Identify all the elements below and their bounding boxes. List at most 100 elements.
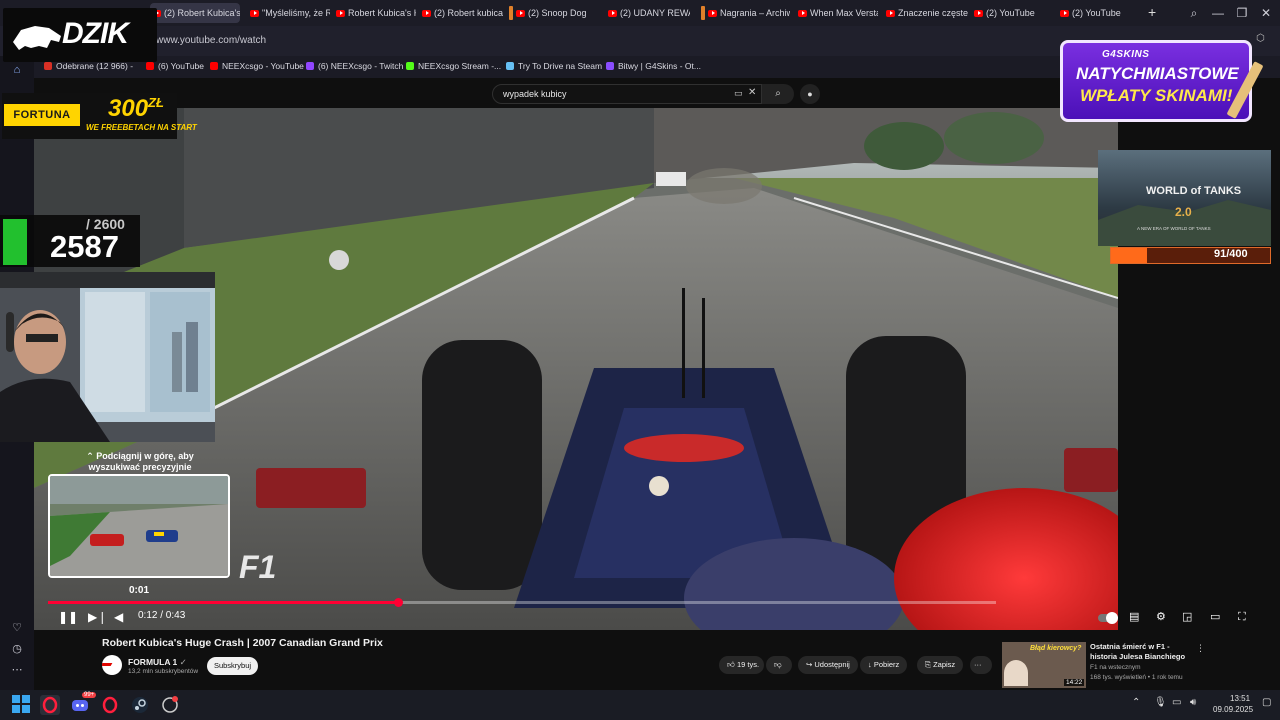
like-button[interactable]: 👍︎ 19 tys. [719,656,764,674]
search-button[interactable]: ⌕ [762,84,794,104]
bookmark-label: Try To Drive na Steam [518,61,603,71]
recommended-meta: 168 tys. wyświetleń • 1 rok temu [1090,674,1183,681]
driver-portrait [1004,660,1028,686]
download-button[interactable]: ↓ Pobierz [860,656,908,674]
settings-button[interactable]: ⚙ [1156,609,1166,625]
clear-search-icon[interactable]: ✕ [748,87,756,98]
app-icon[interactable] [160,695,180,715]
bookmark-item[interactable]: Odebrane (12 966) - [44,61,133,71]
next-button[interactable]: ▶❘ [88,609,107,625]
browser-tab[interactable]: (2) YouTube [1058,3,1138,23]
opera-icon[interactable] [100,695,120,715]
volume-button[interactable]: ◀ [114,609,123,625]
browser-tab[interactable]: Robert Kubica's Hu [334,3,416,23]
bookmark-item[interactable]: (6) NEEXcsgo - Twitch [306,61,403,71]
clock-date[interactable]: 09.09.2025 [1213,705,1253,714]
miniplayer-icon: ◲ [1182,611,1193,623]
youtube-favicon-icon [1060,9,1069,17]
video-title: Robert Kubica's Huge Crash | 2007 Canadi… [102,637,383,649]
keyboard-icon[interactable]: ▭ [734,88,743,99]
wot-subtitle: A NEW ERA OF WORLD OF TANKS [1137,226,1211,231]
browser-tab[interactable]: (2) Snoop Dog [514,3,598,23]
youtube-favicon-icon [516,9,525,17]
time-display: 0:12 / 0:43 [138,610,186,621]
bookmark-label: (6) YouTube [158,61,204,71]
share-button[interactable]: ↪ Udostępnij [798,656,858,674]
extension-icon[interactable]: ⬡ [1256,33,1265,44]
bookmark-item[interactable]: NEEXcsgo - YouTube [210,61,304,71]
save-button[interactable]: ⎘ Zapisz [917,656,964,674]
windows-start-icon[interactable] [12,695,32,715]
miniplayer-button[interactable]: ◲ [1182,609,1192,625]
fullscreen-button[interactable]: ⛶ [1238,609,1246,625]
browser-tab[interactable]: (2) Robert Kubica's Hu [150,3,240,23]
bookmark-item[interactable]: Bitwy | G4Skins - Ot... [606,61,701,71]
dislike-button[interactable]: 👎︎ [766,656,792,674]
browser-tab[interactable]: (2) YouTube [972,3,1052,23]
opera-gx-icon[interactable] [40,695,60,715]
fortuna-logo: FORTUNA [4,104,80,126]
minimize-button[interactable]: — [1208,4,1228,22]
more-icon[interactable]: ⋯ [10,663,24,676]
bookmark-label: Odebrane (12 966) - [56,61,134,71]
wot-ad [1098,150,1271,246]
heart-icon[interactable]: ♡ [10,621,24,634]
browser-tab[interactable]: "Myśleliśmy, że Ro [248,3,330,23]
pause-button[interactable]: ❚❚ [58,609,78,625]
recommended-title[interactable]: Ostatnia śmierć w F1 - historia Julesa B… [1090,642,1192,662]
clock-time[interactable]: 13:51 [1230,694,1250,703]
download-icon: ↓ [868,660,872,669]
bookmark-favicon-icon [406,62,414,70]
bookmark-item[interactable]: NEEXcsgo Stream -... [406,61,501,71]
youtube-favicon-icon [708,9,717,17]
wot-scene [1098,200,1271,246]
voice-search-button[interactable]: ● [800,84,820,104]
subtitles-button[interactable]: ▤ [1129,609,1139,625]
recommended-menu-icon[interactable]: ⋮ [1196,643,1205,654]
autoplay-toggle[interactable] [1098,609,1118,625]
channel-name-text: FORMULA 1 [128,657,178,667]
subscribe-button[interactable]: Subskrybuj [207,657,258,675]
tab-group-marker [509,6,513,20]
theater-mode-button[interactable]: ▭ [1210,609,1220,625]
tab-label: (2) YouTube [986,8,1035,18]
url-field[interactable]: www.youtube.com/watch [156,35,266,46]
discord-icon[interactable] [70,695,90,715]
more-actions-button[interactable]: ··· [970,656,992,674]
tab-search-icon[interactable]: ⌕ [1184,4,1204,22]
home-icon[interactable]: ⌂ [10,64,24,76]
new-tab-button[interactable]: + [1148,4,1156,20]
search-input[interactable]: wypadek kubicy [492,84,762,104]
microphone-icon[interactable]: 🎙︎ [1154,697,1167,708]
f1-logo-icon [102,663,113,666]
wot-title: WORLD of TANKS [1146,185,1242,197]
taskbar [0,690,1280,720]
youtube-favicon-icon [336,9,345,17]
seek-preview-thumbnail [48,474,230,578]
channel-name[interactable]: FORMULA 1 ✓ [128,657,187,668]
network-icon[interactable]: ▭ [1172,697,1181,708]
restore-button[interactable]: ❐ [1232,4,1252,22]
history-icon[interactable]: ◷ [10,642,24,655]
steam-icon[interactable] [130,695,150,715]
tray-chevron-icon[interactable]: ⌃ [1132,697,1140,708]
tab-label: "Myśleliśmy, że Ro [262,8,330,18]
chevron-up-icon: ⌃ [86,451,97,461]
recommended-channel[interactable]: F1 na wstecznym [1090,664,1141,671]
bookmark-favicon-icon [606,62,614,70]
tab-label: Nagrania – Archiw [720,8,790,18]
browser-tab[interactable]: (2) UDANY REWAN [606,3,690,23]
browser-tab[interactable]: (2) Robert kubica [420,3,504,23]
notification-icon[interactable]: ▢ [1262,697,1271,708]
next-icon: ▶❘ [88,610,108,624]
browser-tab[interactable]: Nagrania – Archiw [706,3,790,23]
speaker-icon[interactable]: 🔊︎ [1190,697,1196,708]
bookmark-item[interactable]: (6) YouTube [146,61,204,71]
browser-tab[interactable]: When Max Verstap [796,3,878,23]
channel-avatar[interactable] [102,655,122,675]
browser-tab[interactable]: Znaczenie częstego [884,3,968,23]
scrubber-handle[interactable] [394,598,403,607]
bookmark-item[interactable]: Try To Drive na Steam [506,61,602,71]
close-window-button[interactable]: ✕ [1256,4,1276,22]
bookmark-label: NEEXcsgo - YouTube [222,61,304,71]
